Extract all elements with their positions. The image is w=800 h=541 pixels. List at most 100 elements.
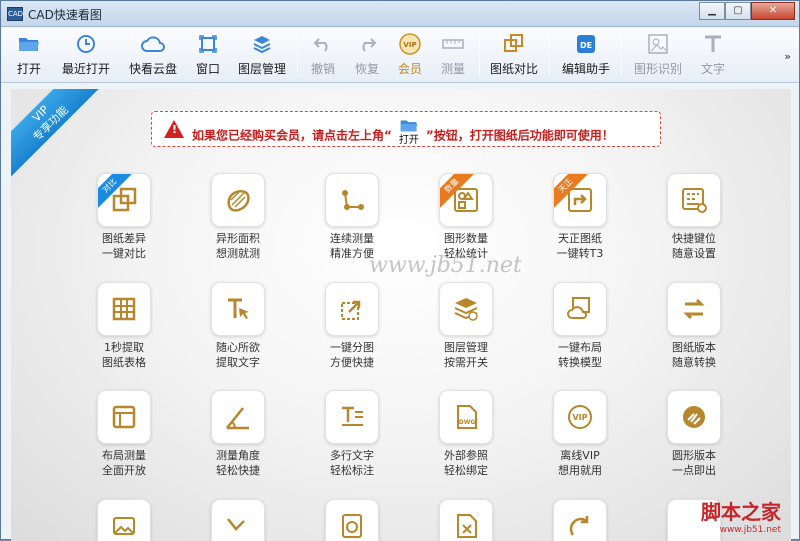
toolbar-edit-assistant-button[interactable]: DE 编辑助手 xyxy=(559,31,613,79)
vip-icon: VIP xyxy=(393,31,427,57)
feature-icon-box[interactable] xyxy=(97,499,151,541)
continuous-measure-icon xyxy=(342,190,364,210)
toolbar-label: 编辑助手 xyxy=(561,62,610,76)
feature-icon-box[interactable]: VIP xyxy=(553,390,607,444)
feature-icon-box[interactable] xyxy=(97,282,151,336)
feature-icon-box[interactable]: 天正 xyxy=(553,173,607,227)
feature-tile[interactable]: 布局测量 全面开放 xyxy=(84,390,164,478)
feature-icon-box[interactable] xyxy=(325,390,379,444)
feature-icon-box[interactable] xyxy=(553,499,607,541)
feature-tile[interactable]: 圆形版本 一点即出 xyxy=(654,390,734,478)
feature-icon-box[interactable]: 数量 xyxy=(439,173,493,227)
feature-tile[interactable]: 1秒提取 图纸表格 xyxy=(84,282,164,370)
toolbar-window-button[interactable]: 窗口 xyxy=(191,31,225,79)
feature-icon-box[interactable] xyxy=(211,499,265,541)
feature-icon-box[interactable] xyxy=(667,390,721,444)
toolbar-label: 最近打开 xyxy=(61,62,110,76)
toolbar-divider xyxy=(549,36,550,76)
feature-icon-box[interactable] xyxy=(211,282,265,336)
feature-icon-box[interactable] xyxy=(439,282,493,336)
feature-icon-box[interactable] xyxy=(211,390,265,444)
polyline-icon xyxy=(227,518,245,531)
feature-tile[interactable] xyxy=(198,499,278,541)
feature-tile[interactable]: 多行文字 轻松标注 xyxy=(312,390,392,478)
feature-subtitle: 方便快捷 xyxy=(330,356,374,369)
toolbar-label: 撤销 xyxy=(310,62,335,76)
site-url: www.jb51.net xyxy=(719,525,781,535)
site-brand: 脚本之家 xyxy=(701,500,781,524)
feature-tile[interactable]: 一键分图 方便快捷 xyxy=(312,282,392,370)
toolbar-layers-button[interactable]: 图层管理 xyxy=(235,31,289,79)
toolbar-label: 图纸对比 xyxy=(489,62,538,76)
app-logo-icon: CAD xyxy=(7,7,23,21)
feature-tile[interactable]: 快捷键位 随意设置 xyxy=(654,173,734,261)
svg-text:DWG: DWG xyxy=(459,419,476,426)
toolbar-vip-button[interactable]: VIP 会员 xyxy=(393,31,427,79)
maximize-button[interactable]: ▢ xyxy=(725,2,751,20)
feature-subtitle: 轻松标注 xyxy=(330,464,374,477)
feature-icon-box[interactable]: 对比 xyxy=(97,173,151,227)
close-button[interactable]: ✕ xyxy=(751,2,795,20)
feature-tile[interactable]: 异形面积 想测就测 xyxy=(198,173,278,261)
feature-tile[interactable] xyxy=(84,499,164,541)
feature-icon-box[interactable] xyxy=(553,282,607,336)
feature-tile[interactable]: 连续测量 精准方便 xyxy=(312,173,392,261)
shortcut-key-icon xyxy=(682,188,707,213)
feature-title: 随心所欲 xyxy=(216,341,260,354)
feature-tile[interactable]: 一键布局 转换模型 xyxy=(540,282,620,370)
feature-icon-box[interactable] xyxy=(97,390,151,444)
toolbar-undo-button[interactable]: 撤销 xyxy=(305,31,341,79)
toolbar-compare-button[interactable]: 图纸对比 xyxy=(487,31,541,79)
notice-banner: ! 如果您已经购买会员，请点击左上角“ 打开 ”按钮，打开图纸后功能即可使用！ xyxy=(151,111,661,147)
feature-tile[interactable]: VIP 离线VIP 想用就用 xyxy=(540,390,620,478)
feature-icon-box[interactable] xyxy=(439,499,493,541)
feature-icon-box[interactable] xyxy=(667,282,721,336)
window-title: CAD快速看图 xyxy=(28,8,102,22)
feature-tile[interactable]: 测量角度 轻松快捷 xyxy=(198,390,278,478)
warning-icon: ! xyxy=(164,120,184,138)
text-extract-icon xyxy=(228,298,249,319)
app-window: CAD CAD快速看图 ▁ ▢ ✕ 打开 最近打开 快看云盘 窗口 图层管理 撤… xyxy=(0,0,800,541)
ruler-icon xyxy=(435,31,471,57)
minimize-button[interactable]: ▁ xyxy=(699,2,725,20)
feature-tile[interactable]: 数量 图形数量 轻松统计 xyxy=(426,173,506,261)
toolbar-open-button[interactable]: 打开 xyxy=(9,31,49,79)
feature-tile[interactable]: 随心所欲 提取文字 xyxy=(198,282,278,370)
toolbar-text-button[interactable]: 文字 xyxy=(695,31,731,79)
feature-icon-box[interactable] xyxy=(325,282,379,336)
toolbar-overflow-button[interactable]: » xyxy=(784,50,791,63)
feature-icon-box[interactable] xyxy=(325,173,379,227)
feature-subtitle: 按需开关 xyxy=(444,356,488,369)
toolbar-shape-recognize-button[interactable]: 图形识别 xyxy=(631,31,685,79)
feature-icon-box[interactable] xyxy=(211,173,265,227)
angle-measure-icon xyxy=(226,407,249,430)
feature-tile[interactable]: 天正 天正图纸 一键转T3 xyxy=(540,173,620,261)
main-toolbar: 打开 最近打开 快看云盘 窗口 图层管理 撤销 恢复 VIP 会员 测量 图纸对… xyxy=(1,28,799,83)
feature-tile[interactable] xyxy=(426,499,506,541)
feature-tile[interactable] xyxy=(312,499,392,541)
feature-icon-box[interactable] xyxy=(325,499,379,541)
feature-title: 一键分图 xyxy=(330,341,374,354)
toolbar-divider xyxy=(297,36,298,76)
toolbar-recent-button[interactable]: 最近打开 xyxy=(59,31,113,79)
folder-open-icon xyxy=(400,120,418,132)
title-bar[interactable]: CAD CAD快速看图 ▁ ▢ ✕ xyxy=(1,1,799,27)
feature-tile[interactable]: 图纸版本 随意转换 xyxy=(654,282,734,370)
multiline-text-icon xyxy=(342,406,363,426)
toolbar-cloud-button[interactable]: 快看云盘 xyxy=(125,31,181,79)
notice-open-button[interactable]: 打开 xyxy=(394,118,424,146)
svg-text:VIP: VIP xyxy=(572,413,587,422)
feature-subtitle: 想测就测 xyxy=(216,247,260,260)
svg-text:DE: DE xyxy=(580,41,592,50)
feature-icon-box[interactable] xyxy=(667,173,721,227)
feature-title: 异形面积 xyxy=(216,232,260,245)
site-watermark: 脚本之家 www.jb51.net xyxy=(701,496,781,535)
feature-tile[interactable]: 对比 图纸差异 一键对比 xyxy=(84,173,164,261)
feature-tile[interactable]: 图层管理 按需开关 xyxy=(426,282,506,370)
toolbar-redo-button[interactable]: 恢复 xyxy=(349,31,385,79)
feature-tile[interactable] xyxy=(540,499,620,541)
toolbar-measure-button[interactable]: 测量 xyxy=(435,31,471,79)
feature-tile[interactable]: DWG 外部参照 轻松绑定 xyxy=(426,390,506,478)
feature-icon-box[interactable]: DWG xyxy=(439,390,493,444)
undo-icon xyxy=(305,31,341,57)
